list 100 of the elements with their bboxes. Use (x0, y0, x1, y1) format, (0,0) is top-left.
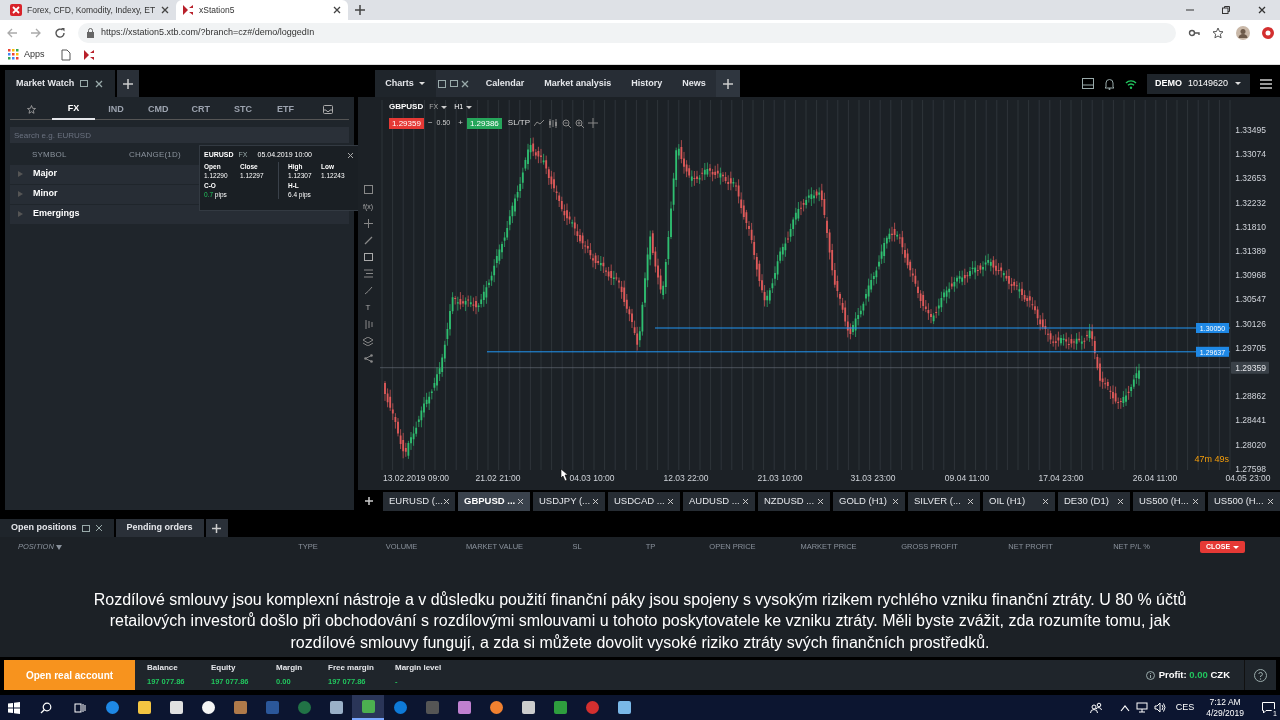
volume-decrease[interactable]: − (427, 117, 433, 129)
share-icon[interactable] (363, 354, 373, 363)
info-icon (1145, 670, 1155, 680)
window-icon[interactable] (81, 524, 90, 532)
category-tab[interactable]: IND (94, 99, 138, 120)
chart-tab[interactable]: NZDUSD ... (758, 491, 830, 511)
caret-icon (440, 103, 449, 111)
triangle-icon (18, 191, 23, 197)
axis-label: 04.03 10:00 (569, 473, 615, 483)
people-icon[interactable] (1089, 701, 1102, 714)
chevron-up-icon[interactable] (1119, 703, 1130, 712)
axis-label: 31.03 23:00 (850, 473, 896, 483)
price-line[interactable] (486, 351, 1231, 353)
account-selector[interactable]: DEMO 10149620 (1146, 73, 1250, 94)
chart-tab[interactable]: SILVER (... (908, 491, 980, 511)
menu-icon[interactable] (1260, 78, 1272, 89)
chart-tab[interactable]: USDJPY (... (533, 491, 605, 511)
language-indicator[interactable]: CES (1175, 700, 1195, 715)
layout-icon[interactable] (1081, 78, 1094, 89)
close-icon[interactable] (1257, 5, 1267, 15)
candles-icon[interactable] (548, 118, 559, 128)
add-panel-button[interactable] (117, 70, 140, 97)
list-icon[interactable] (363, 269, 373, 278)
logo-icon[interactable] (82, 48, 94, 61)
browser-tab[interactable]: xStation5 (176, 0, 348, 20)
address-bar[interactable]: https://xstation5.xtb.com/?branch=cz#/demo/loggedIn (78, 22, 1176, 43)
popout-icon[interactable] (437, 79, 446, 88)
window-icon[interactable] (449, 80, 458, 87)
disclaimer-text: Rozdílové smlouvy jsou komplexní nástroje a v důsledku použití finanční páky jsou spojeny s vysokým rizikem rychlého vzniku finanční ztráty. U 80 % účtů retailových investorů došlo při obchodování s rozdílovými smlouvami u tohoto poskytovatele ke vzniku ztráty. Měli byste zvážit, zda rozumíte tomu, jak rozdílové smlouvy fungují, a zda si můžete dovolit vysoké riziko ztráty svých finančních prostředků. (92, 589, 1188, 653)
extension-icon[interactable] (1262, 26, 1274, 39)
close-icon[interactable] (94, 524, 103, 532)
chart-tab[interactable]: US500 (H... (1208, 491, 1280, 511)
volume-icon[interactable] (1153, 702, 1166, 713)
axis-label: 1.28020 (1235, 439, 1266, 450)
chart-tab[interactable]: EURUSD (... (383, 491, 455, 511)
network-icon[interactable] (1135, 702, 1148, 713)
bell-icon[interactable] (1103, 77, 1115, 90)
add-panel-button[interactable] (205, 519, 228, 537)
page-icon[interactable] (60, 48, 71, 61)
close-icon[interactable] (459, 78, 470, 89)
category-tab[interactable]: ETF (264, 99, 307, 120)
search-field[interactable]: Search e.g. EURUSD (10, 127, 349, 143)
zoom-in-icon[interactable] (575, 118, 585, 128)
search-icon[interactable] (40, 701, 52, 714)
zoom-out-icon[interactable] (562, 118, 572, 128)
chart-tab[interactable]: USDCAD ... (608, 491, 680, 511)
axis-label: 1.32653 (1235, 173, 1266, 184)
text-tool[interactable]: T (365, 303, 371, 312)
chart-tab[interactable]: GOLD (H1) (833, 491, 905, 511)
panel-tab[interactable]: Charts (375, 70, 436, 97)
close-icon[interactable] (347, 151, 354, 159)
stat-label: Margin level (395, 662, 443, 675)
panel-tab[interactable]: Pending orders (115, 519, 204, 537)
chart-tab[interactable]: DE30 (D1) (1058, 491, 1130, 511)
account-type: DEMO (1154, 76, 1182, 90)
category-tab[interactable]: STC (221, 99, 265, 120)
star-icon[interactable] (26, 105, 36, 114)
crosshair-icon[interactable] (588, 118, 599, 128)
line-chart-icon[interactable] (534, 119, 545, 127)
window-icon[interactable] (80, 80, 89, 87)
add-chart-icon[interactable] (364, 496, 374, 506)
close-icon[interactable] (94, 78, 105, 89)
plus-icon (721, 77, 734, 90)
close-icon[interactable] (160, 5, 171, 15)
category-tab[interactable]: CRT (179, 99, 222, 120)
star-icon[interactable] (1212, 26, 1224, 39)
panel-tab[interactable]: Open positions (0, 519, 114, 537)
account-number: 10149620 (1187, 76, 1228, 90)
chart-tab[interactable]: GBPUSD ... (458, 491, 530, 511)
xtb-logo-icon (10, 4, 22, 16)
chart-tab[interactable]: AUDUSD ... (683, 491, 755, 511)
url-text: https://xstation5.xtb.com/?branch=cz#/demo/loggedIn (101, 25, 315, 39)
clock[interactable]: 7:12 AM 4/29/2019 (1206, 696, 1244, 719)
plus-icon[interactable] (363, 219, 373, 228)
task-view-icon[interactable] (74, 701, 86, 714)
restore-icon[interactable] (1221, 5, 1231, 15)
category-tab[interactable]: FX (52, 99, 95, 120)
inbox-icon[interactable] (322, 105, 333, 114)
apps-icon[interactable] (8, 49, 19, 60)
caret-icon (1234, 80, 1242, 87)
chart-tab[interactable]: OIL (H1) (983, 491, 1055, 511)
brush-icon[interactable] (363, 286, 373, 295)
volume-increase[interactable]: + (458, 117, 463, 129)
bookmark-link[interactable]: Apps (24, 47, 45, 62)
avatar-icon[interactable] (1236, 25, 1250, 40)
chart-tab[interactable]: US500 (H... (1133, 491, 1205, 511)
price-line[interactable] (654, 327, 1231, 329)
rectangle-icon[interactable] (363, 253, 373, 261)
sell-button[interactable]: 1.29359 (389, 117, 424, 129)
start-icon[interactable] (8, 701, 20, 714)
new-tab-icon[interactable] (354, 4, 366, 16)
sltp-button[interactable]: SL/TP (507, 117, 531, 129)
reload-icon[interactable] (54, 26, 66, 39)
add-panel-button[interactable] (715, 70, 740, 97)
help-icon[interactable] (1254, 668, 1267, 682)
pencil-icon[interactable] (363, 236, 373, 245)
category-tab[interactable]: CMD (137, 99, 180, 120)
layers-icon[interactable] (363, 337, 373, 346)
axis-label: 1.29705 (1235, 342, 1266, 353)
close-icon[interactable] (332, 5, 342, 15)
